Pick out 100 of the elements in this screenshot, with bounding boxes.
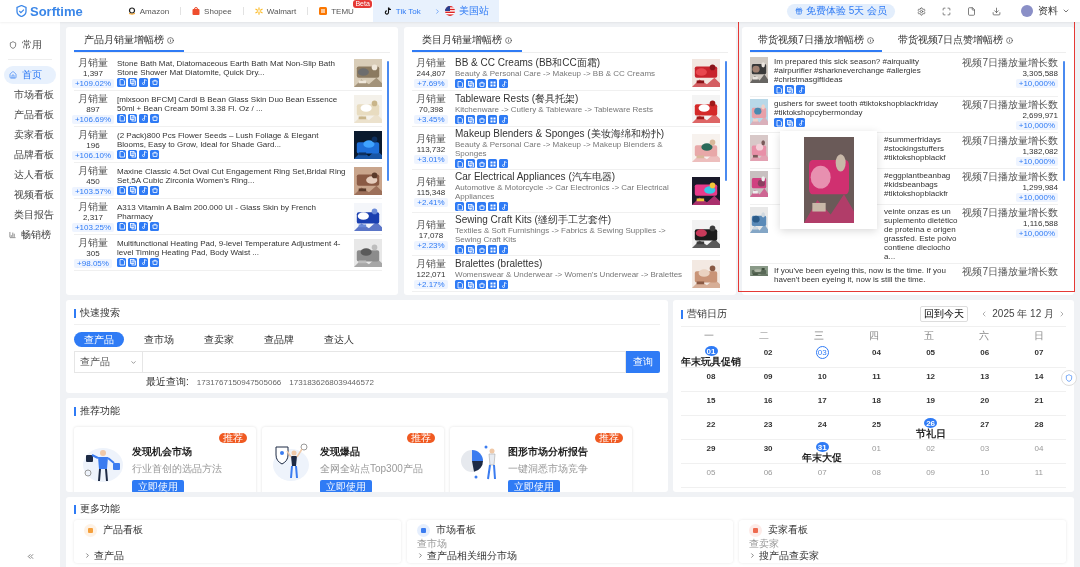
calendar-day[interactable]: 05 bbox=[924, 346, 938, 359]
ranking-tab[interactable]: 带货视频7日点赞增幅榜 bbox=[889, 31, 1022, 52]
calendar-day[interactable]: 18 bbox=[869, 394, 883, 407]
music-note-icon[interactable] bbox=[139, 257, 148, 267]
document-icon[interactable] bbox=[117, 185, 126, 195]
document-icon[interactable] bbox=[774, 118, 783, 127]
calendar-day[interactable]: 01 bbox=[704, 346, 718, 356]
collapse-icon[interactable] bbox=[25, 552, 35, 561]
category-title[interactable]: Bralettes (bralettes) bbox=[455, 258, 687, 269]
platform-tab[interactable]: Walmart bbox=[243, 0, 308, 22]
event-label[interactable]: 年末大促 bbox=[802, 453, 843, 463]
bag-icon[interactable] bbox=[477, 280, 486, 289]
document-icon[interactable] bbox=[117, 113, 126, 123]
event-label[interactable]: 节礼日 bbox=[915, 429, 946, 439]
video-title[interactable]: Im prepared this sick season? #airquality #airpurifier #sharkneverchange #allergies #christmasgiftideas bbox=[774, 57, 958, 84]
calendar-day[interactable]: 13 bbox=[978, 370, 992, 383]
document-icon[interactable] bbox=[967, 6, 976, 16]
bag-icon[interactable] bbox=[477, 245, 486, 254]
grid-icon[interactable] bbox=[488, 115, 497, 124]
copy-icon[interactable] bbox=[128, 77, 137, 87]
calendar-day[interactable]: 14 bbox=[1032, 370, 1046, 383]
copy-icon[interactable] bbox=[128, 185, 137, 195]
video-title[interactable]: gushers for sweet tooth #tiktokshopblackfriday #tiktokshopcybermonday bbox=[774, 99, 958, 117]
settings-icon[interactable] bbox=[917, 6, 926, 16]
grid-icon[interactable] bbox=[488, 159, 497, 168]
calendar-day[interactable]: 02 bbox=[761, 346, 775, 359]
product-title[interactable]: Stone Bath Mat, Diatomaceous Earth Bath Mat Non-Slip Bath Stone Shower Mat Diatomite, Quick Dry... bbox=[117, 58, 349, 77]
function-link[interactable]: 查产品 bbox=[84, 550, 391, 561]
video-title[interactable]: #eggplantbeanbag #kidsbeanbags #tiktokshopblackfr bbox=[884, 171, 958, 198]
document-icon[interactable] bbox=[455, 159, 464, 168]
copy-icon[interactable] bbox=[785, 85, 794, 94]
calendar-day[interactable]: 15 bbox=[704, 394, 718, 407]
document-icon[interactable] bbox=[117, 257, 126, 267]
calendar-day[interactable]: 10 bbox=[815, 370, 829, 383]
grid-icon[interactable] bbox=[488, 245, 497, 254]
calendar-day[interactable]: 21 bbox=[1032, 394, 1046, 407]
music-note-icon[interactable] bbox=[499, 280, 508, 289]
search-tab[interactable]: 查市场 bbox=[134, 332, 184, 347]
use-now-button[interactable]: 立即使用 bbox=[320, 480, 372, 492]
copy-icon[interactable] bbox=[466, 115, 475, 124]
ranking-tab[interactable]: 带货视频7日播放增幅榜 bbox=[750, 31, 882, 52]
scope-dropdown[interactable]: 查产品 bbox=[74, 351, 142, 373]
grid-icon[interactable] bbox=[488, 79, 497, 88]
calendar-day[interactable]: 31 bbox=[815, 442, 829, 452]
sidebar-item[interactable]: 产品看板 bbox=[4, 106, 56, 124]
search-tab[interactable]: 查卖家 bbox=[194, 332, 244, 347]
category-title[interactable]: BB & CC Creams (BB和CC面霜) bbox=[455, 57, 687, 68]
bag-icon[interactable] bbox=[150, 113, 159, 123]
document-icon[interactable] bbox=[117, 221, 126, 231]
user-name[interactable]: 资料 bbox=[1038, 4, 1058, 18]
calendar-day[interactable]: 25 bbox=[869, 418, 883, 431]
music-note-icon[interactable] bbox=[499, 79, 508, 88]
recent-query-link[interactable]: 1731767150947505066 bbox=[196, 377, 282, 387]
document-icon[interactable] bbox=[774, 85, 783, 94]
copy-icon[interactable] bbox=[466, 245, 475, 254]
category-title[interactable]: Tableware Rests (餐具托架) bbox=[455, 93, 687, 104]
sidebar-item[interactable]: 畅销榜 bbox=[4, 226, 56, 244]
calendar-day[interactable]: 20 bbox=[978, 394, 992, 407]
sidebar-item[interactable]: 卖家看板 bbox=[4, 126, 56, 144]
platform-tab[interactable]: Shopee bbox=[181, 0, 243, 22]
copy-icon[interactable] bbox=[128, 113, 137, 123]
document-icon[interactable] bbox=[455, 245, 464, 254]
grid-icon[interactable] bbox=[488, 280, 497, 289]
platform-tab[interactable]: Tik Tok bbox=[372, 0, 432, 22]
calendar-day[interactable]: 09 bbox=[761, 370, 775, 383]
document-icon[interactable] bbox=[455, 280, 464, 289]
document-icon[interactable] bbox=[117, 149, 126, 159]
bag-icon[interactable] bbox=[477, 79, 486, 88]
copy-icon[interactable] bbox=[466, 280, 475, 289]
copy-icon[interactable] bbox=[128, 257, 137, 267]
bag-icon[interactable] bbox=[150, 149, 159, 159]
avatar[interactable] bbox=[1021, 5, 1033, 17]
product-title[interactable]: [mixsoon BFCM] Cardi B Bean Glass Skin Duo Bean Essence 50ml + Bean Cream 50ml 3.38 Fl. Oz / ... bbox=[117, 94, 349, 113]
calendar-day[interactable]: 28 bbox=[1032, 418, 1046, 431]
product-title[interactable]: Maxine Classic 4.5ct Oval Cut Engagement Ring Set,Bridal Ring Set,5A Cubic Zirconia Women's Ring... bbox=[117, 166, 349, 185]
membership-trial-button[interactable]: 免费体验 5天 会员 bbox=[786, 3, 895, 19]
music-note-icon[interactable] bbox=[796, 85, 805, 94]
use-now-button[interactable]: 立即使用 bbox=[508, 480, 560, 492]
grid-icon[interactable] bbox=[488, 202, 497, 211]
back-to-today-button[interactable]: 回到今天 bbox=[920, 306, 969, 322]
scrollbar[interactable] bbox=[387, 61, 389, 181]
video-title[interactable]: #summerfridays #stockingstuffers #tiktokshopblackf bbox=[884, 135, 958, 162]
calendar-day[interactable]: 30 bbox=[761, 442, 775, 455]
sidebar-item[interactable]: 类目报告 bbox=[4, 206, 56, 224]
calendar-day[interactable]: 26 bbox=[924, 418, 938, 428]
download-icon[interactable] bbox=[992, 6, 1001, 16]
music-note-icon[interactable] bbox=[139, 77, 148, 87]
music-note-icon[interactable] bbox=[139, 113, 148, 123]
search-tab[interactable]: 查达人 bbox=[314, 332, 364, 347]
search-tab[interactable]: 查产品 bbox=[74, 332, 124, 347]
product-title[interactable]: Multifunctional Heating Pad, 9-level Temperature Adjustment 4-level Timing Heating Pad, Body Waist ... bbox=[117, 238, 349, 257]
video-title[interactable]: If you've been eyeing this, now is the time. If you haven't been eyeing it, now is still the time. bbox=[774, 266, 958, 284]
copy-icon[interactable] bbox=[785, 118, 794, 127]
scrollbar[interactable] bbox=[725, 61, 727, 181]
fullscreen-icon[interactable] bbox=[942, 6, 951, 16]
bag-icon[interactable] bbox=[150, 77, 159, 87]
search-button[interactable]: 查询 bbox=[626, 351, 660, 373]
calendar-day[interactable]: 17 bbox=[815, 394, 829, 407]
document-icon[interactable] bbox=[117, 77, 126, 87]
calendar-day[interactable]: 08 bbox=[704, 370, 718, 383]
